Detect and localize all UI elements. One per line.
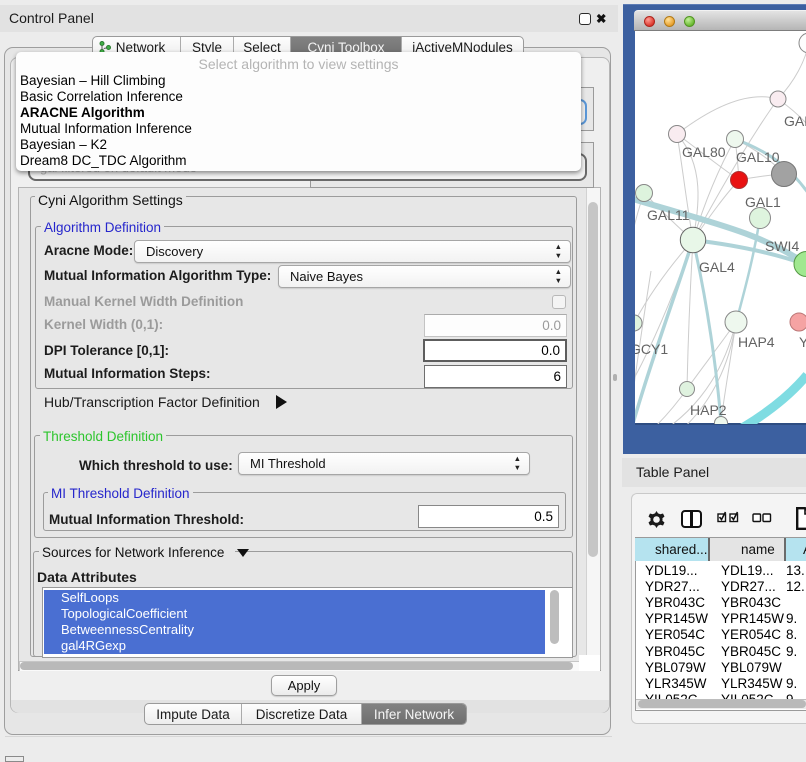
svg-text:GCY1: GCY1 xyxy=(635,341,668,357)
svg-text:GAL4: GAL4 xyxy=(699,259,735,275)
svg-text:GAL7: GAL7 xyxy=(784,113,806,129)
svg-text:GAL80: GAL80 xyxy=(682,144,726,160)
svg-text:GAL11: GAL11 xyxy=(647,207,690,223)
svg-text:HAP2: HAP2 xyxy=(690,402,727,418)
svg-text:GAL10: GAL10 xyxy=(736,149,780,165)
svg-text:GAL1: GAL1 xyxy=(745,194,781,210)
svg-text:HAP4: HAP4 xyxy=(738,334,775,350)
svg-text:SWI4: SWI4 xyxy=(765,238,799,254)
svg-text:Y: Y xyxy=(799,334,806,350)
